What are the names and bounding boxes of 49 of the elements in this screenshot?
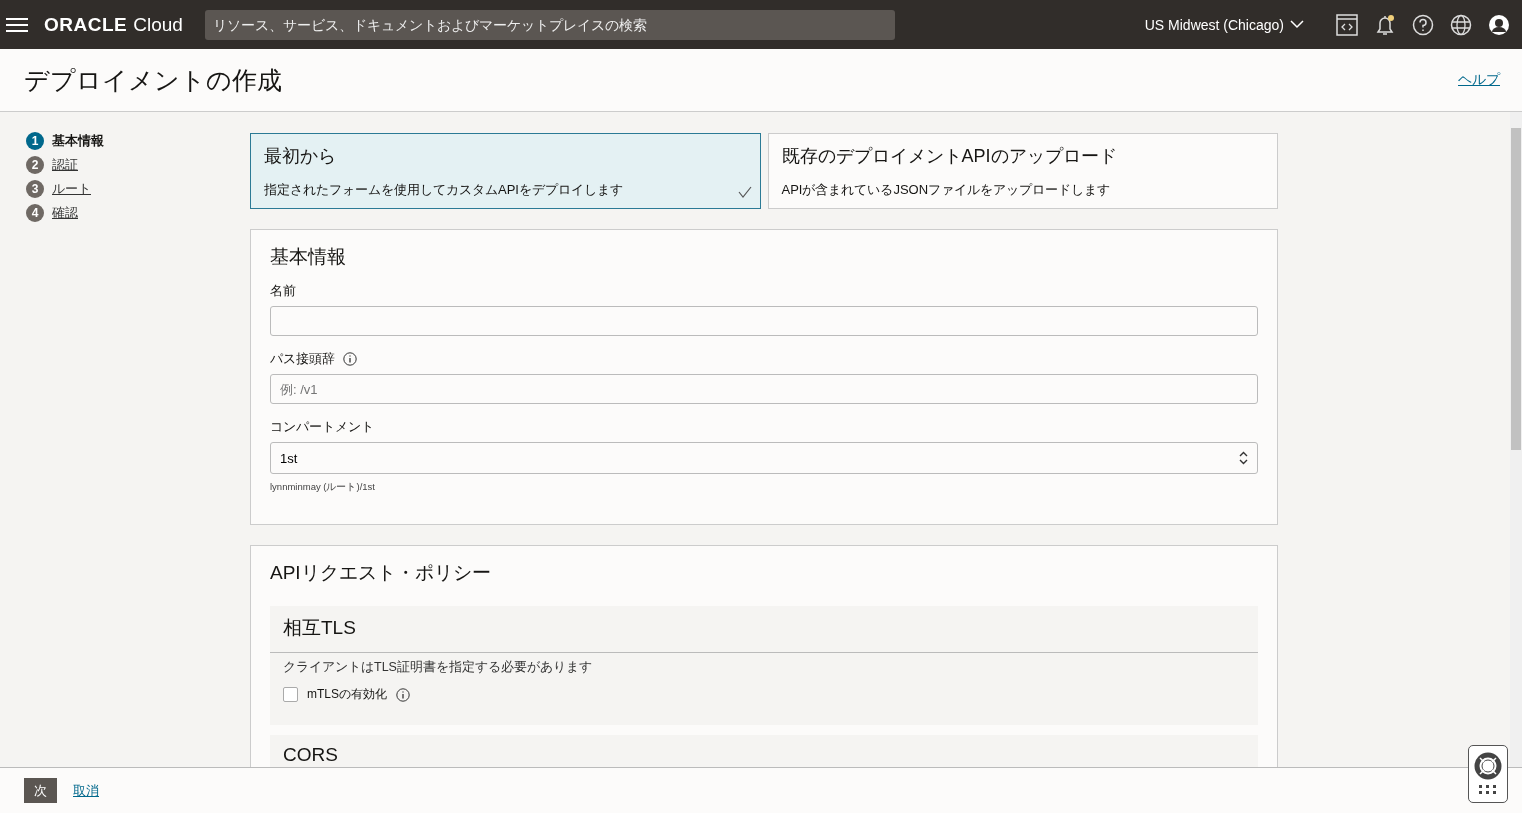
brand-logo[interactable]: ORACLE xyxy=(44,13,128,36)
option-description: 指定されたフォームを使用してカスタムAPIをデプロイします xyxy=(264,181,623,199)
step-link[interactable]: ルート xyxy=(52,180,91,198)
compartment-select[interactable]: 1st xyxy=(270,442,1258,474)
user-avatar-icon[interactable] xyxy=(1488,13,1510,36)
policy-title: 相互TLS xyxy=(282,616,357,640)
policy-title: CORS xyxy=(282,743,339,767)
bell-icon[interactable] xyxy=(1374,13,1396,36)
scrollbar[interactable] xyxy=(1510,112,1522,767)
help-widget[interactable] xyxy=(1468,745,1508,803)
section-title: APIリクエスト・ポリシー xyxy=(270,561,492,585)
option-title: 最初から xyxy=(264,145,337,168)
step-number: 4 xyxy=(26,204,44,222)
option-card[interactable]: 最初から 指定されたフォームを使用してカスタムAPIをデプロイします xyxy=(250,133,761,209)
region-selector[interactable]: US Midwest (Chicago) xyxy=(1138,15,1310,34)
brand-suffix: Cloud xyxy=(133,13,183,36)
checkbox-label[interactable]: mTLSの有効化 xyxy=(307,686,387,703)
help-icon[interactable] xyxy=(1412,13,1434,36)
up-down-chevron-icon xyxy=(1239,451,1248,465)
code-editor-icon[interactable] xyxy=(1336,13,1358,36)
checkmark-icon xyxy=(737,186,752,198)
step-link[interactable]: 確認 xyxy=(52,204,78,222)
step-link[interactable]: 基本情報 xyxy=(52,132,104,150)
field-label: パス接頭辞 xyxy=(270,350,335,368)
step-number: 3 xyxy=(26,180,44,198)
policy-description: クライアントはTLS証明書を指定する必要があります xyxy=(283,659,593,676)
menu-icon[interactable] xyxy=(6,16,28,33)
info-icon[interactable] xyxy=(343,352,357,366)
option-description: APIが含まれているJSONファイルをアップロードします xyxy=(781,181,1111,199)
option-title: 既存のデプロイメントAPIのアップロード xyxy=(781,145,1118,168)
cancel-link[interactable]: 取消 xyxy=(73,781,99,800)
step-number: 1 xyxy=(26,132,44,150)
path-prefix-field[interactable]: 例: /v1 xyxy=(270,374,1258,404)
search-field[interactable]: リソース、サービス、ドキュメントおよびマーケットプレイスの検索 xyxy=(204,9,895,40)
field-label: コンパートメント xyxy=(270,418,375,436)
step-link[interactable]: 認証 xyxy=(52,156,78,174)
next-button[interactable]: 次 xyxy=(24,778,57,803)
help-link[interactable]: ヘルプ xyxy=(1458,71,1500,89)
field-label: 名前 xyxy=(270,282,297,300)
step-number: 2 xyxy=(26,156,44,174)
page-title: デプロイメントの作成 xyxy=(24,64,282,96)
option-card[interactable]: 既存のデプロイメントAPIのアップロード APIが含まれているJSONファイルをアップロードします xyxy=(767,133,1278,209)
info-icon[interactable] xyxy=(396,687,410,702)
globe-icon[interactable] xyxy=(1450,13,1472,36)
compartment-path: lynnminmay (ルート)/1st xyxy=(270,481,376,494)
section-title: 基本情報 xyxy=(270,245,347,269)
checkbox[interactable] xyxy=(283,687,298,702)
name-field[interactable] xyxy=(270,306,1258,336)
chevron-down-icon xyxy=(1290,20,1304,29)
